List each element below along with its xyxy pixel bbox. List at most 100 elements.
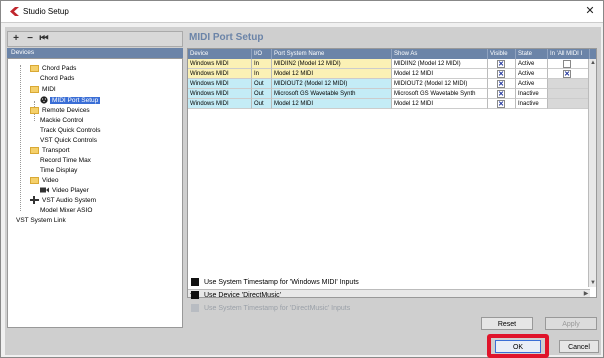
cell-visible: ✕: [488, 69, 516, 79]
panel-title: MIDI Port Setup: [189, 32, 264, 43]
tree-node-model-mixer-asio[interactable]: Model Mixer ASIO: [40, 206, 92, 216]
cell-device: Windows MIDI: [188, 79, 252, 89]
tree-line: [20, 65, 21, 211]
table-row[interactable]: Windows MIDI Out Model 12 MIDI Model 12 …: [188, 99, 596, 109]
option-system-timestamp-windows-midi[interactable]: Use System Timestamp for 'Windows MIDI' …: [191, 277, 359, 288]
studio-setup-window: Studio Setup ✕ + − ⏮ Devices Chord Pads …: [0, 0, 604, 358]
table-row[interactable]: Windows MIDI In MIDIIN2 (Model 12 MIDI) …: [188, 59, 596, 69]
cell-show-as[interactable]: MIDIOUT2 (Model 12 MIDI): [392, 79, 488, 89]
tree-node-midi-folder[interactable]: MIDI: [30, 85, 56, 95]
cell-show-as[interactable]: MIDIIN2 (Model 12 MIDI): [392, 59, 488, 69]
video-player-icon: [40, 187, 49, 193]
cell-show-as[interactable]: Model 12 MIDI: [392, 99, 488, 109]
column-header-device[interactable]: Device: [188, 49, 252, 59]
scroll-right-icon[interactable]: ▶: [582, 290, 590, 297]
cell-show-as[interactable]: Microsoft GS Wavetable Synth: [392, 89, 488, 99]
cell-state: Inactive: [516, 89, 548, 99]
apply-button: Apply: [545, 317, 597, 330]
title-bar[interactable]: Studio Setup ✕: [1, 1, 603, 23]
cell-io: Out: [252, 79, 272, 89]
column-header-visible[interactable]: Visible: [488, 49, 516, 59]
cell-state: Active: [516, 79, 548, 89]
tree-node-transport[interactable]: Transport: [30, 146, 70, 156]
cell-io: In: [252, 59, 272, 69]
column-header-in-all-midi[interactable]: In 'All MIDI I: [548, 49, 590, 59]
add-device-button[interactable]: +: [10, 32, 22, 46]
tree-node-chord-pads[interactable]: Chord Pads: [40, 74, 74, 84]
option-system-timestamp-directmusic: Use System Timestamp for 'DirectMusic' I…: [191, 303, 350, 314]
cell-port-name: Microsoft GS Wavetable Synth: [272, 89, 392, 99]
tree-node-vst-quick-controls[interactable]: VST Quick Controls: [40, 136, 97, 146]
column-header-port-system-name[interactable]: Port System Name: [272, 49, 392, 59]
cell-state: Active: [516, 69, 548, 79]
table-row[interactable]: Windows MIDI Out MIDIOUT2 (Model 12 MIDI…: [188, 79, 596, 89]
checkbox: [191, 304, 199, 313]
cubase-logo-icon: [10, 7, 19, 16]
in-all-midi-checkbox[interactable]: [563, 60, 571, 68]
option-use-device-directmusic[interactable]: Use Device 'DirectMusic': [191, 290, 281, 301]
cell-state: Inactive: [516, 99, 548, 109]
visible-checkbox[interactable]: ✕: [497, 70, 505, 78]
table-row[interactable]: Windows MIDI Out Microsoft GS Wavetable …: [188, 89, 596, 99]
scroll-down-icon[interactable]: ▼: [589, 279, 596, 287]
cell-io: Out: [252, 99, 272, 109]
table-row[interactable]: Windows MIDI In Model 12 MIDI Model 12 M…: [188, 69, 596, 79]
highlight-annotation: [487, 334, 549, 358]
tree-node-remote-devices[interactable]: Remote Devices: [30, 106, 90, 116]
cell-in-all-midi: [548, 59, 590, 69]
cell-visible: ✕: [488, 59, 516, 69]
midi-port-table: Device I/O Port System Name Show As Visi…: [187, 48, 597, 298]
visible-checkbox[interactable]: ✕: [497, 90, 505, 98]
cell-device: Windows MIDI: [188, 89, 252, 99]
in-all-midi-checkbox[interactable]: ✕: [563, 70, 571, 78]
devices-tree[interactable]: Chord Pads Chord Pads MIDI MIDI Port Set…: [7, 58, 183, 328]
tree-node-track-quick-controls[interactable]: Track Quick Controls: [40, 126, 100, 136]
tree-node-record-time-max[interactable]: Record Time Max: [40, 156, 91, 166]
tree-node-vst-system-link[interactable]: VST System Link: [16, 216, 66, 226]
tree-node-chord-pads-folder[interactable]: Chord Pads: [30, 64, 76, 74]
vertical-scrollbar[interactable]: ▲ ▼: [588, 59, 596, 287]
column-header-io[interactable]: I/O: [252, 49, 272, 59]
cell-port-name: MIDIOUT2 (Model 12 MIDI): [272, 79, 392, 89]
folder-icon: [30, 106, 39, 114]
visible-checkbox[interactable]: ✕: [497, 100, 505, 108]
folder-icon: [30, 176, 39, 184]
visible-checkbox[interactable]: ✕: [497, 80, 505, 88]
tree-node-video-player[interactable]: Video Player: [40, 186, 89, 196]
table-header: Device I/O Port System Name Show As Visi…: [188, 49, 596, 59]
cell-in-all-midi: [548, 89, 590, 99]
audio-system-icon: [30, 196, 39, 205]
cell-io: Out: [252, 89, 272, 99]
cell-device: Windows MIDI: [188, 99, 252, 109]
window-title: Studio Setup: [23, 7, 69, 16]
cell-state: Active: [516, 59, 548, 69]
cell-device: Windows MIDI: [188, 69, 252, 79]
cell-io: In: [252, 69, 272, 79]
dialog-body: + − ⏮ Devices Chord Pads Chord Pads MIDI…: [5, 27, 601, 355]
reset-device-button[interactable]: ⏮: [38, 32, 50, 46]
cell-in-all-midi: [548, 99, 590, 109]
folder-icon: [30, 64, 39, 72]
devices-toolbar: + − ⏮: [7, 31, 183, 47]
tree-node-time-display[interactable]: Time Display: [40, 166, 77, 176]
tree-node-vst-audio-system[interactable]: VST Audio System: [30, 196, 96, 206]
tree-node-mackie-control[interactable]: Mackie Control: [40, 116, 83, 126]
column-header-show-as[interactable]: Show As: [392, 49, 488, 59]
close-icon[interactable]: ✕: [583, 4, 597, 18]
cell-visible: ✕: [488, 89, 516, 99]
folder-icon: [30, 146, 39, 154]
visible-checkbox[interactable]: ✕: [497, 60, 505, 68]
tree-node-midi-port-setup[interactable]: MIDI Port Setup: [40, 96, 101, 106]
column-header-state[interactable]: State: [516, 49, 548, 59]
cell-show-as[interactable]: Model 12 MIDI: [392, 69, 488, 79]
cell-in-all-midi: ✕: [548, 69, 590, 79]
checkbox[interactable]: [191, 278, 199, 287]
cancel-button[interactable]: Cancel: [559, 340, 599, 353]
checkbox[interactable]: [191, 291, 199, 300]
cell-visible: ✕: [488, 99, 516, 109]
midi-port-icon: [40, 96, 48, 104]
reset-button[interactable]: Reset: [481, 317, 533, 330]
scroll-up-icon[interactable]: ▲: [589, 59, 596, 67]
remove-device-button[interactable]: −: [24, 32, 36, 46]
tree-node-video[interactable]: Video: [30, 176, 59, 186]
